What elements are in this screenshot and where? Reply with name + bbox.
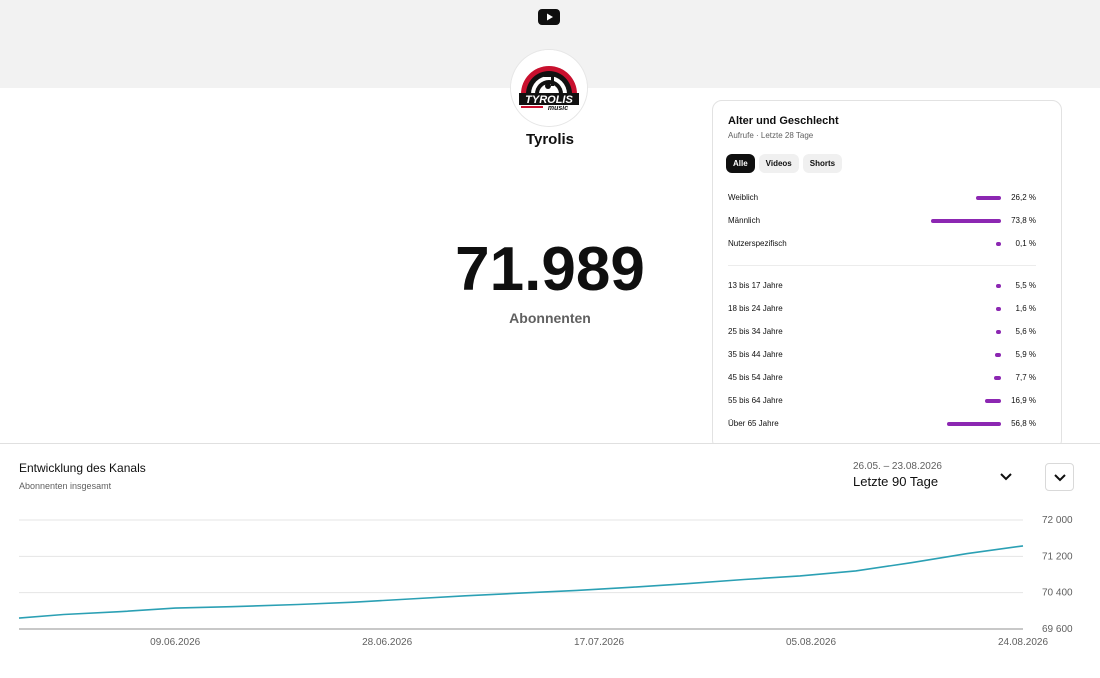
x-tick-label: 17.07.2026 xyxy=(574,637,624,648)
gender-row-female: Weiblich 26,2 % xyxy=(728,191,1036,205)
gender-percent: 73,8 % xyxy=(1011,216,1036,225)
age-row: Über 65 Jahre 56,8 % xyxy=(728,417,1036,431)
subscriber-label: Abonnenten xyxy=(509,310,591,326)
content-type-tabs: Alle Videos Shorts xyxy=(726,154,843,173)
age-row: 55 bis 64 Jahre 16,9 % xyxy=(728,394,1036,408)
age-row: 13 bis 17 Jahre 5,5 % xyxy=(728,279,1036,293)
tab-videos[interactable]: Videos xyxy=(758,154,799,173)
age-label: 35 bis 44 Jahre xyxy=(728,350,783,359)
gender-percent: 0,1 % xyxy=(1015,239,1036,248)
youtube-icon[interactable] xyxy=(538,9,560,25)
gender-label: Weiblich xyxy=(728,193,759,202)
y-tick-label: 71 200 xyxy=(1042,551,1073,562)
age-percent: 16,9 % xyxy=(1011,396,1036,405)
date-range[interactable]: 26.05. – 23.08.2026 xyxy=(853,461,942,472)
tyrolis-logo: TYROLIS music xyxy=(511,50,587,126)
age-percent: 5,5 % xyxy=(1015,281,1036,290)
channel-name[interactable]: Tyrolis xyxy=(400,131,700,148)
card-title: Alter und Geschlecht xyxy=(728,115,839,127)
chevron-down-icon[interactable] xyxy=(998,470,1014,484)
age-label: 25 bis 34 Jahre xyxy=(728,327,783,336)
age-bar xyxy=(984,399,1001,403)
gender-label: Männlich xyxy=(728,216,761,225)
age-gender-card: Alter und Geschlecht Aufrufe · Letzte 28… xyxy=(712,100,1062,450)
subscriber-count: 71.989 xyxy=(455,235,645,304)
age-bar xyxy=(995,330,1001,334)
tab-alle[interactable]: Alle xyxy=(726,154,755,173)
age-bar xyxy=(993,376,1001,380)
age-percent: 5,6 % xyxy=(1015,327,1036,336)
channel-avatar[interactable]: TYROLIS music xyxy=(511,50,587,126)
y-tick-label: 70 400 xyxy=(1042,588,1073,599)
age-label: 18 bis 24 Jahre xyxy=(728,304,783,313)
expand-button[interactable] xyxy=(1045,463,1074,491)
gender-bar xyxy=(976,196,1001,200)
range-label[interactable]: Letzte 90 Tage xyxy=(853,474,938,489)
gender-bar xyxy=(931,219,1001,223)
x-tick-label: 28.06.2026 xyxy=(362,637,412,648)
chevron-down-icon xyxy=(1054,474,1066,482)
subscriber-line-chart: 72 000 71 200 70 400 69 600 09.06.2026 28.06.… xyxy=(18,515,1073,648)
age-row: 25 bis 34 Jahre 5,6 % xyxy=(728,325,1036,339)
age-label: 13 bis 17 Jahre xyxy=(728,281,783,290)
channel-growth-panel: Entwicklung des Kanals Abonnenten insges… xyxy=(0,443,1100,678)
logo-subtext: music xyxy=(548,105,568,112)
age-bar xyxy=(995,353,1001,357)
gender-label: Nutzerspezifisch xyxy=(728,239,787,248)
age-label: 45 bis 54 Jahre xyxy=(728,373,783,382)
x-tick-label: 05.08.2026 xyxy=(786,637,836,648)
age-bar xyxy=(995,284,1001,288)
growth-title: Entwicklung des Kanals xyxy=(19,461,146,475)
age-row: 45 bis 54 Jahre 7,7 % xyxy=(728,371,1036,385)
age-bar xyxy=(996,307,1001,311)
divider xyxy=(728,265,1036,266)
age-label: 55 bis 64 Jahre xyxy=(728,396,783,405)
y-tick-label: 69 600 xyxy=(1042,624,1073,635)
growth-subtitle: Abonnenten insgesamt xyxy=(19,481,112,491)
tab-shorts[interactable]: Shorts xyxy=(802,154,843,173)
gender-row-custom: Nutzerspezifisch 0,1 % xyxy=(728,237,1036,251)
age-row: 18 bis 24 Jahre 1,6 % xyxy=(728,302,1036,316)
age-percent: 7,7 % xyxy=(1015,373,1036,382)
gender-bar xyxy=(996,242,1001,246)
x-tick-label: 09.06.2026 xyxy=(150,637,200,648)
age-percent: 1,6 % xyxy=(1015,304,1036,313)
page: TYROLIS music Tyrolis 71.989 Abonnenten … xyxy=(0,0,1100,678)
y-tick-label: 72 000 xyxy=(1042,515,1073,526)
age-label: Über 65 Jahre xyxy=(728,419,779,428)
card-subtitle: Aufrufe · Letzte 28 Tage xyxy=(728,131,814,140)
age-percent: 5,9 % xyxy=(1015,350,1036,359)
age-row: 35 bis 44 Jahre 5,9 % xyxy=(728,348,1036,362)
age-percent: 56,8 % xyxy=(1011,419,1036,428)
x-tick-label: 24.08.2026 xyxy=(998,637,1048,648)
gender-row-male: Männlich 73,8 % xyxy=(728,214,1036,228)
gender-percent: 26,2 % xyxy=(1011,193,1036,202)
age-bar xyxy=(947,422,1001,426)
